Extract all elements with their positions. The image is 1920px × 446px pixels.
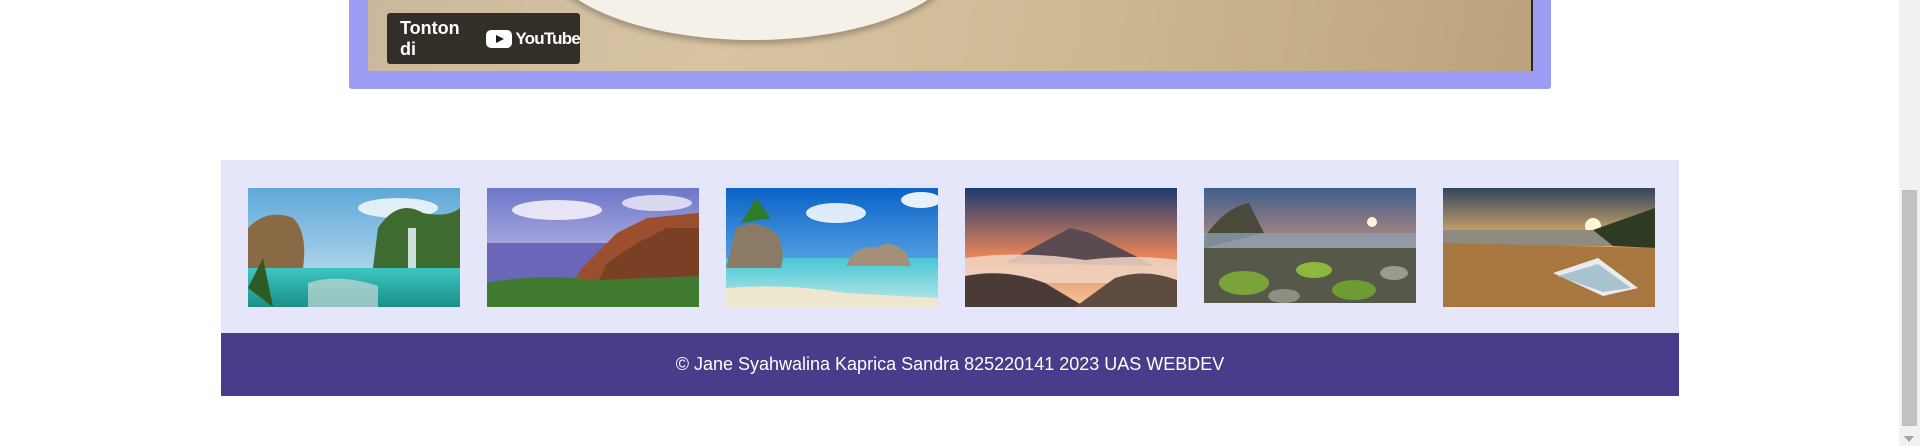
scroll-down-arrow-icon[interactable] (1904, 436, 1914, 442)
youtube-play-icon (486, 29, 513, 48)
youtube-logo: YouTube (486, 28, 581, 49)
video-embed-frame: Tonton di YouTube (349, 0, 1551, 89)
gallery-image-coastal-cliffs[interactable] (487, 188, 699, 307)
gallery-image-volcano-sunrise[interactable] (965, 188, 1177, 307)
gallery-image-tropical-beach[interactable] (726, 188, 938, 307)
video-thumbnail-plate (543, 0, 963, 40)
gallery-image-waterfall-lagoon[interactable] (248, 188, 460, 307)
watch-on-youtube-button[interactable]: Tonton di YouTube (387, 13, 581, 64)
scrollbar-thumb[interactable] (1902, 190, 1917, 426)
page-scrollbar[interactable] (1899, 0, 1920, 446)
gallery-image-beach-boat[interactable] (1443, 188, 1655, 307)
video-player[interactable]: Tonton di YouTube (368, 0, 1533, 71)
youtube-wordmark: YouTube (515, 28, 580, 48)
site-footer: © Jane Syahwalina Kaprica Sandra 8252201… (221, 333, 1679, 396)
image-gallery (221, 160, 1679, 333)
watch-on-label: Tonton di (400, 17, 460, 59)
copyright-text: © Jane Syahwalina Kaprica Sandra 8252201… (675, 354, 1225, 374)
gallery-image-mossy-shore[interactable] (1204, 188, 1416, 303)
